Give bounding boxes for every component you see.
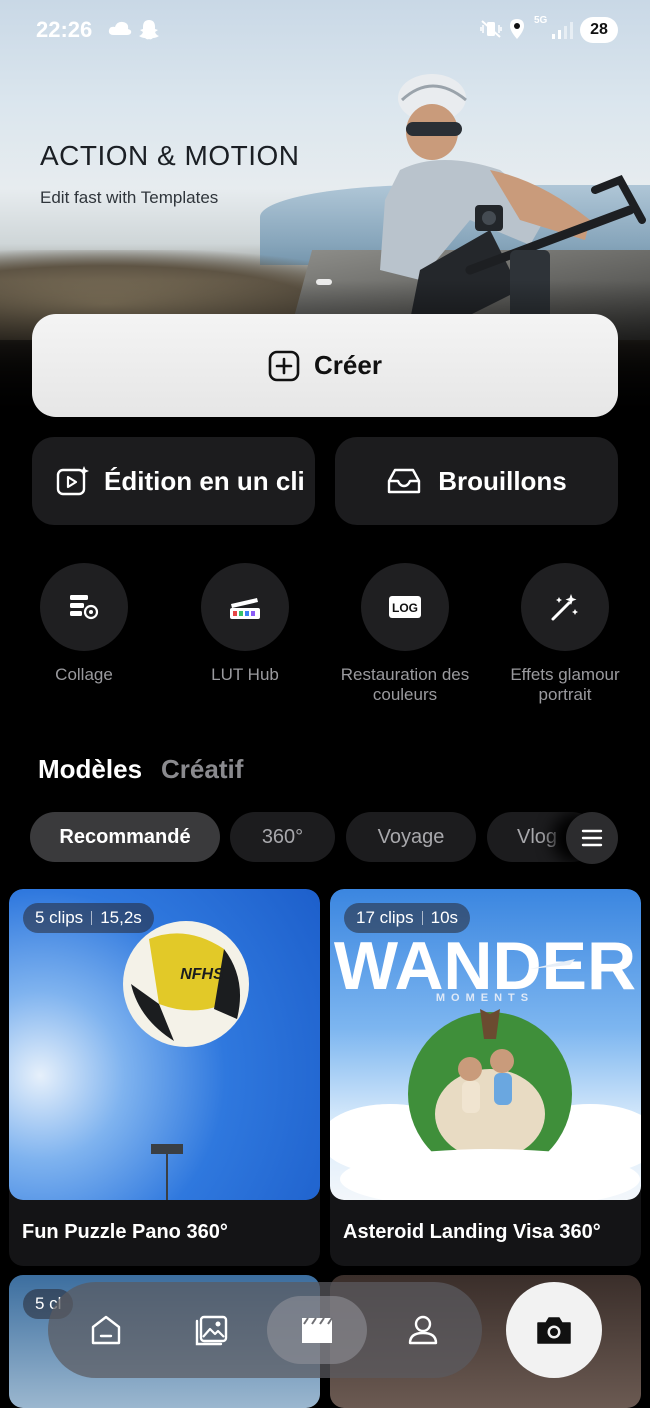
- template-card[interactable]: NFHS 5 clips 15,2s Fun Puzzle Pano 360°: [9, 889, 320, 1266]
- soccer-ball-illustration: NFHS: [123, 921, 249, 1200]
- tool-label: LUT Hub: [211, 665, 279, 684]
- tool-color-restoration[interactable]: LOG Restauration des couleurs: [325, 563, 485, 705]
- chip-360[interactable]: 360°: [230, 812, 335, 862]
- tab-templates[interactable]: Modèles: [38, 754, 142, 785]
- network-type: 5G: [534, 15, 548, 26]
- template-thumbnail: WANDER MOMENTS: [330, 889, 641, 1200]
- nav-templates[interactable]: [267, 1296, 367, 1364]
- drafts-button[interactable]: Brouillons: [335, 437, 618, 525]
- tool-lut-hub[interactable]: LUT Hub: [165, 563, 325, 685]
- chip-recommended[interactable]: Recommandé: [30, 812, 220, 862]
- nav-gallery[interactable]: [161, 1296, 261, 1364]
- auto-edit-icon: [56, 466, 89, 496]
- clip-count: 5 clips: [35, 908, 84, 927]
- collage-icon: [40, 563, 128, 651]
- tool-collage[interactable]: Collage: [4, 563, 164, 685]
- profile-icon: [408, 1315, 438, 1345]
- tool-label: Restauration des couleurs: [340, 665, 470, 704]
- clip-duration: 15,2s: [100, 908, 142, 927]
- location-icon: [510, 19, 524, 39]
- status-bar: 22:26 5G 28: [0, 0, 650, 60]
- one-click-edit-button[interactable]: Édition en un cli: [32, 437, 315, 525]
- template-thumbnail: NFHS: [9, 889, 320, 1200]
- carousel-indicator: [316, 279, 332, 285]
- clip-info-badge: 5 clips 15,2s: [23, 903, 154, 933]
- one-click-edit-label: Édition en un cli: [104, 465, 305, 496]
- gallery-icon: [195, 1315, 228, 1346]
- tool-glamour-effects[interactable]: Effets glamour portrait: [485, 563, 645, 705]
- status-time: 22:26: [36, 17, 93, 42]
- nav-profile[interactable]: [373, 1296, 473, 1364]
- template-title: Asteroid Landing Visa 360°: [343, 1221, 601, 1243]
- planet-travel-illustration: WANDER MOMENTS: [330, 928, 641, 1200]
- camera-icon: [537, 1317, 571, 1344]
- bottom-navigation: [48, 1282, 482, 1378]
- drafts-label: Brouillons: [438, 465, 567, 496]
- clip-count: 17 clips: [356, 908, 414, 927]
- art-subtitle: MOMENTS: [436, 992, 534, 1004]
- inbox-icon: [388, 468, 421, 494]
- magic-wand-icon: [521, 563, 609, 651]
- tab-creative[interactable]: Créatif: [161, 754, 243, 785]
- template-card[interactable]: WANDER MOMENTS 17 clips 10s Asteroid Lan…: [330, 889, 641, 1266]
- create-label: Créer: [314, 350, 382, 380]
- templates-icon: [302, 1317, 333, 1343]
- clip-duration: 10s: [430, 908, 459, 927]
- signal-icon: [552, 22, 573, 39]
- tool-label: Effets glamour portrait: [510, 665, 620, 704]
- tool-label: Collage: [55, 665, 113, 684]
- create-button[interactable]: Créer: [32, 314, 618, 417]
- cloud-icon: [108, 21, 132, 35]
- home-icon: [91, 1315, 121, 1345]
- menu-icon: [581, 829, 603, 847]
- battery-indicator: 28: [580, 17, 618, 43]
- snapchat-icon: [139, 20, 159, 40]
- hero-subtitle: Edit fast with Templates: [40, 188, 219, 207]
- log-icon-text: LOG: [392, 601, 418, 615]
- category-chips: Recommandé 360° Voyage Vlog: [30, 812, 620, 862]
- hero-title: ACTION & MOTION: [40, 140, 300, 171]
- clip-info-badge: 17 clips 10s: [344, 903, 471, 933]
- nav-home[interactable]: [56, 1296, 156, 1364]
- filter-menu-button[interactable]: [566, 812, 618, 864]
- vibrate-mute-icon: [480, 20, 502, 38]
- lut-icon: [201, 563, 289, 651]
- chip-travel[interactable]: Voyage: [346, 812, 476, 862]
- camera-button[interactable]: [506, 1282, 602, 1378]
- template-title: Fun Puzzle Pano 360°: [22, 1221, 228, 1243]
- ball-brand-text: NFHS: [180, 966, 224, 983]
- log-icon: LOG: [361, 563, 449, 651]
- plus-square-icon: [268, 350, 300, 381]
